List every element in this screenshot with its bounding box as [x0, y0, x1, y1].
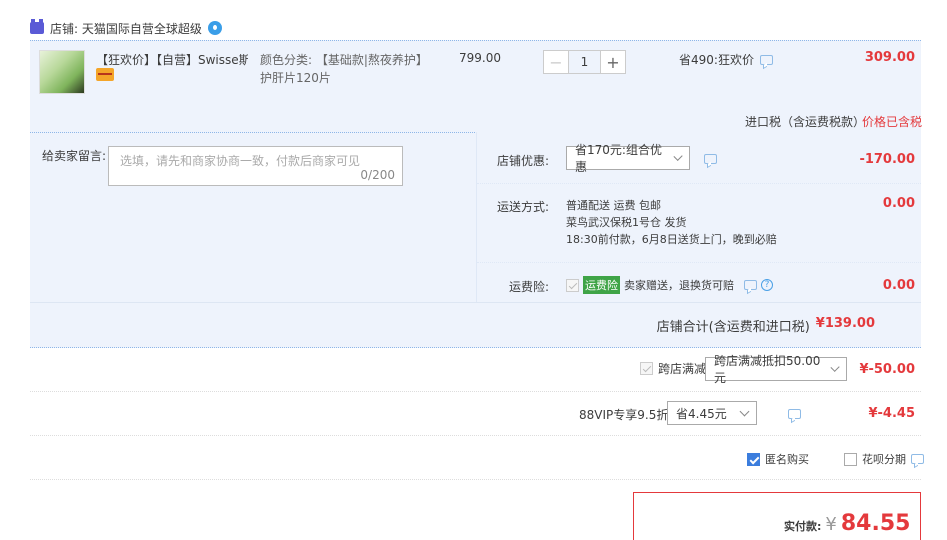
insurance-value: 0.00	[882, 278, 915, 293]
sku-value-line2: 护肝片120片	[260, 71, 331, 85]
shop-total-value: ¥139.00	[815, 316, 875, 331]
sku-info: 颜色分类: 【基础款|熬夜养护】	[260, 51, 428, 68]
tax-label: 进口税（含运费税款）	[745, 115, 866, 129]
payment-label: 实付款:	[784, 520, 822, 533]
credit-card-icon	[96, 68, 114, 81]
cross-store-selected: 跨店满减抵扣50.00元	[714, 354, 821, 385]
product-image[interactable]	[39, 50, 85, 94]
warehouse-suffix: 发货	[664, 216, 687, 229]
product-title[interactable]: 【狂欢价】【自营】Swisse斯...	[96, 51, 248, 68]
shipping-value: 0.00	[882, 196, 915, 211]
memo-counter: 0/200	[360, 168, 395, 182]
vip-selected: 省4.45元	[676, 406, 727, 421]
help-icon[interactable]: ?	[761, 279, 773, 291]
vip-label: 88VIP专享9.5折	[579, 408, 669, 422]
memo-placeholder: 选填，请先和商家协商一致，付款后商家可见	[120, 154, 361, 168]
quantity-input[interactable]: 1	[569, 50, 600, 74]
shipping-line3: 18:30前付款，6月8日送货上门，晚到必赔	[566, 233, 777, 246]
shop-discount-selected: 省170元:组合优惠	[575, 143, 662, 174]
chevron-down-icon	[830, 362, 840, 372]
warehouse-name: 菜鸟武汉保税1号仓	[566, 216, 661, 229]
cross-store-select[interactable]: 跨店满减抵扣50.00元	[705, 354, 847, 385]
increase-button[interactable]: +	[600, 50, 626, 74]
vip-chat-icon[interactable]	[787, 409, 801, 419]
insurance-option: 运费险 卖家赠送，退换货可赔 ?	[566, 276, 773, 294]
shop-discount-value: -170.00	[859, 152, 915, 167]
shipping-info: 普通配送 运费 包邮 菜鸟武汉保税1号仓 发货 18:30前付款，6月8日送货上…	[566, 197, 777, 248]
divider	[477, 262, 921, 263]
shipping-label: 运送方式:	[497, 200, 550, 214]
sku-value: 【基础款|熬夜养护】	[315, 53, 428, 67]
insurance-label: 运费险:	[509, 280, 550, 294]
divider	[30, 435, 921, 436]
payment-total: 实付款: ¥ 84.55	[784, 511, 910, 536]
decrease-button[interactable]: −	[543, 50, 569, 74]
shop-discount-select[interactable]: 省170元:组合优惠	[566, 143, 690, 174]
cross-store-label: 跨店满减	[658, 362, 707, 376]
sku-label: 颜色分类:	[260, 53, 313, 67]
shop-header: 店铺: 天猫国际自营全球超级	[30, 18, 222, 38]
anonymous-checkbox[interactable]	[747, 452, 760, 466]
item-promo: 省490:狂欢价	[679, 51, 773, 68]
wangwang-chat-icon[interactable]	[207, 21, 222, 35]
promo-text: 省490:狂欢价	[679, 53, 754, 67]
installment-option[interactable]: 花呗分期	[844, 451, 924, 467]
shipping-line1: 普通配送 运费 包邮	[566, 199, 661, 212]
anonymous-label: 匿名购买	[765, 453, 809, 466]
chevron-down-icon	[673, 151, 683, 161]
tmall-icon	[30, 19, 44, 34]
payment-currency: ¥	[825, 514, 837, 535]
quantity-stepper: − 1 +	[543, 50, 626, 74]
installment-label: 花呗分期	[862, 453, 906, 466]
installment-checkbox[interactable]	[844, 452, 857, 466]
divider	[30, 391, 921, 392]
vip-value: ¥-4.45	[868, 406, 915, 421]
vip-select[interactable]: 省4.45元	[667, 401, 757, 425]
tax-value: 价格已含税	[862, 115, 923, 129]
shop-name[interactable]: 店铺: 天猫国际自营全球超级	[50, 20, 202, 37]
unit-price: 799.00	[459, 51, 501, 65]
shop-total: 店铺合计(含运费和进口税) ¥139.00	[657, 316, 875, 335]
cross-store-value: ¥-50.00	[859, 362, 915, 377]
insurance-tag: 运费险	[583, 276, 620, 294]
divider	[477, 183, 921, 184]
insurance-checkbox[interactable]	[566, 278, 579, 292]
installment-chat-icon[interactable]	[911, 454, 924, 464]
cross-store-option: 跨店满减	[640, 360, 706, 377]
shop-total-label: 店铺合计(含运费和进口税)	[656, 320, 810, 335]
memo-textarea[interactable]: 选填，请先和商家协商一致，付款后商家可见 0/200	[108, 146, 403, 186]
insurance-text: 卖家赠送，退换货可赔	[624, 279, 734, 292]
anonymous-option[interactable]: 匿名购买	[747, 451, 809, 467]
discount-chat-icon[interactable]	[704, 154, 717, 164]
chevron-down-icon	[739, 406, 750, 416]
payment-amount: 84.55	[840, 511, 911, 536]
memo-label: 给卖家留言:	[42, 149, 107, 163]
promo-chat-icon[interactable]	[759, 54, 773, 65]
shop-discount-label: 店铺优惠:	[497, 154, 550, 168]
cross-store-checkbox[interactable]	[640, 362, 653, 375]
divider	[30, 479, 921, 480]
insurance-chat-icon[interactable]	[744, 280, 757, 290]
item-subtotal: 309.00	[864, 50, 915, 65]
shipping-line2: 菜鸟武汉保税1号仓 发货	[566, 214, 777, 231]
